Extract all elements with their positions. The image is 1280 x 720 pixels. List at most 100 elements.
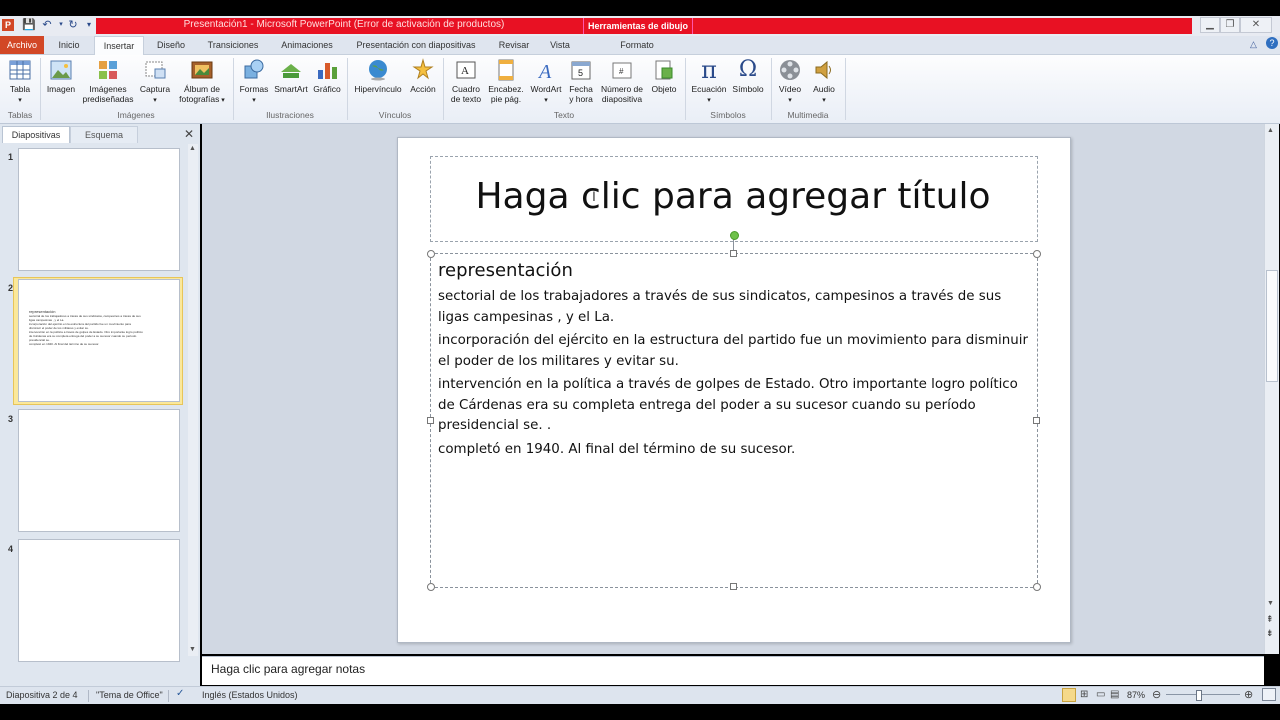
slides-pane-scrollbar[interactable] — [188, 144, 198, 656]
status-separator — [168, 690, 169, 702]
tab-esquema[interactable]: Esquema — [70, 126, 138, 143]
smartart-button[interactable]: SmartArt — [272, 58, 310, 94]
slideshow-icon[interactable]: ▤ — [1110, 689, 1119, 700]
title-placeholder-text[interactable]: Haga clic para agregar título — [430, 176, 1036, 217]
hipervinculo-button[interactable]: Hipervínculo — [350, 58, 406, 94]
tab-archivo[interactable]: Archivo — [0, 36, 44, 54]
slide-thumbnail-1[interactable] — [18, 148, 180, 271]
tab-revisar[interactable]: Revisar — [492, 36, 536, 54]
scroll-down-icon[interactable]: ▼ — [189, 646, 196, 653]
cuadro-texto-button[interactable]: A Cuadro de texto — [446, 58, 486, 104]
slide-thumbnail-2[interactable]: representación sectorial de los trabajad… — [18, 279, 180, 402]
encabezado-pie-button[interactable]: Encabez. pie pág. — [486, 58, 526, 104]
resize-handle-bottom-left[interactable] — [427, 583, 435, 591]
group-ilustraciones: Ilustraciones — [266, 110, 314, 120]
slide-number: 4 — [8, 544, 14, 554]
maximize-icon[interactable]: ❐ — [1220, 17, 1240, 33]
tab-formato[interactable]: Formato — [610, 36, 664, 54]
scroll-up-icon[interactable]: ▲ — [1267, 127, 1274, 134]
numero-diapositiva-button[interactable]: # Número de diapositiva — [596, 58, 648, 104]
slide-thumbnail-3[interactable] — [18, 409, 180, 532]
ribbon-separator — [443, 58, 444, 120]
theme-name[interactable]: "Tema de Office" — [96, 690, 163, 700]
spellcheck-icon[interactable]: ✓ — [176, 688, 184, 699]
resize-handle-left[interactable] — [427, 417, 434, 424]
scroll-up-icon[interactable]: ▲ — [189, 145, 196, 152]
fecha-hora-button[interactable]: 5 Fecha y hora — [566, 58, 596, 104]
main-vertical-scrollbar[interactable] — [1264, 124, 1279, 654]
content-text[interactable]: representación sectorial de los trabajad… — [438, 260, 1034, 463]
resize-handle-top[interactable] — [730, 250, 737, 257]
grafico-button[interactable]: Gráfico — [310, 58, 344, 94]
formas-button[interactable]: Formas ▾ — [236, 58, 272, 106]
tab-inicio[interactable]: Inicio — [50, 36, 88, 54]
minimize-icon[interactable]: ▁ — [1200, 17, 1220, 33]
tabla-button[interactable]: Tabla ▾ — [4, 58, 36, 106]
save-icon[interactable]: 💾 — [22, 18, 36, 32]
undo-icon[interactable]: ↶ — [40, 18, 54, 32]
tab-presentacion[interactable]: Presentación con diapositivas — [348, 36, 484, 54]
album-button[interactable]: Álbum de fotografías ▾ — [176, 58, 228, 106]
resize-handle-top-left[interactable] — [427, 250, 435, 258]
next-slide-icon[interactable]: ⇟ — [1266, 628, 1274, 639]
resize-handle-bottom-right[interactable] — [1033, 583, 1041, 591]
language[interactable]: Inglés (Estados Unidos) — [202, 690, 298, 700]
resize-handle-right[interactable] — [1033, 417, 1040, 424]
omega-icon: Ω — [738, 57, 758, 82]
action-star-icon — [412, 58, 434, 80]
accion-button[interactable]: Acción — [406, 58, 440, 94]
simbolo-button[interactable]: Ω Símbolo — [730, 57, 766, 95]
tab-transiciones[interactable]: Transiciones — [200, 36, 266, 54]
zoom-in-icon[interactable]: ⊕ — [1244, 688, 1253, 701]
imagen-button[interactable]: Imagen — [42, 58, 80, 94]
resize-handle-bottom[interactable] — [730, 583, 737, 590]
rotation-handle[interactable] — [730, 231, 739, 240]
zoom-level[interactable]: 87% — [1127, 690, 1145, 700]
fit-to-window-icon[interactable] — [1262, 688, 1276, 701]
textbox-icon: A — [456, 61, 476, 79]
reading-view-icon[interactable]: ▭ — [1096, 689, 1105, 700]
svg-text:#: # — [619, 67, 624, 76]
tab-insertar[interactable]: Insertar — [94, 36, 144, 55]
objeto-button[interactable]: Objeto — [648, 58, 680, 94]
tab-animaciones[interactable]: Animaciones — [274, 36, 340, 54]
resize-handle-top-right[interactable] — [1033, 250, 1041, 258]
normal-view-icon[interactable] — [1062, 688, 1076, 702]
svg-text:5: 5 — [578, 68, 583, 78]
group-simbolos: Símbolos — [710, 110, 746, 120]
ecuacion-button[interactable]: π Ecuación ▾ — [688, 58, 730, 106]
video-button[interactable]: Vídeo ▾ — [774, 58, 806, 106]
zoom-out-icon[interactable]: ⊖ — [1152, 688, 1161, 701]
calendar-icon: 5 — [571, 61, 591, 80]
notes-placeholder[interactable]: Haga clic para agregar notas — [211, 662, 365, 676]
customize-toolbar-icon[interactable]: ▾ — [82, 18, 96, 32]
slide-sorter-icon[interactable]: ⊞ — [1080, 689, 1088, 700]
captura-button[interactable]: Captura ▾ — [136, 58, 174, 106]
slide-thumbnail-4[interactable] — [18, 539, 180, 662]
tab-vista[interactable]: Vista — [542, 36, 578, 54]
tab-diapositivas[interactable]: Diapositivas — [2, 126, 70, 143]
scroll-down-icon[interactable]: ▼ — [1267, 600, 1274, 607]
audio-button[interactable]: Audio ▾ — [808, 58, 840, 106]
chart-icon — [318, 63, 337, 79]
close-icon[interactable]: ✕ — [1240, 17, 1272, 33]
redo-icon[interactable]: ↻ — [66, 18, 80, 32]
scrollbar-thumb[interactable] — [1266, 270, 1278, 382]
help-collapse-icon[interactable]: △ — [1250, 39, 1257, 50]
clipart-icon — [99, 61, 117, 79]
pane-close-icon[interactable]: ✕ — [184, 127, 194, 141]
content-paragraph: incorporación del ejército en la estruct… — [438, 333, 1028, 369]
zoom-slider-thumb[interactable] — [1196, 690, 1202, 701]
powerpoint-app-icon[interactable]: P — [2, 19, 14, 31]
imagenes-prediseñadas-button[interactable]: Imágenes prediseñadas — [80, 58, 136, 104]
thumbnail-text: representación sectorial de los trabajad… — [29, 309, 143, 347]
wordart-button[interactable]: A WordArt ▾ — [526, 58, 566, 106]
zoom-slider[interactable] — [1166, 694, 1240, 695]
wordart-icon: A — [537, 61, 552, 82]
previous-slide-icon[interactable]: ⇞ — [1266, 614, 1274, 625]
hyperlink-globe-icon — [369, 60, 387, 81]
tab-diseno[interactable]: Diseño — [150, 36, 192, 54]
content-paragraph: intervención en la política a través de … — [438, 377, 1018, 433]
svg-text:A: A — [537, 61, 552, 82]
help-icon[interactable]: ? — [1266, 37, 1278, 49]
